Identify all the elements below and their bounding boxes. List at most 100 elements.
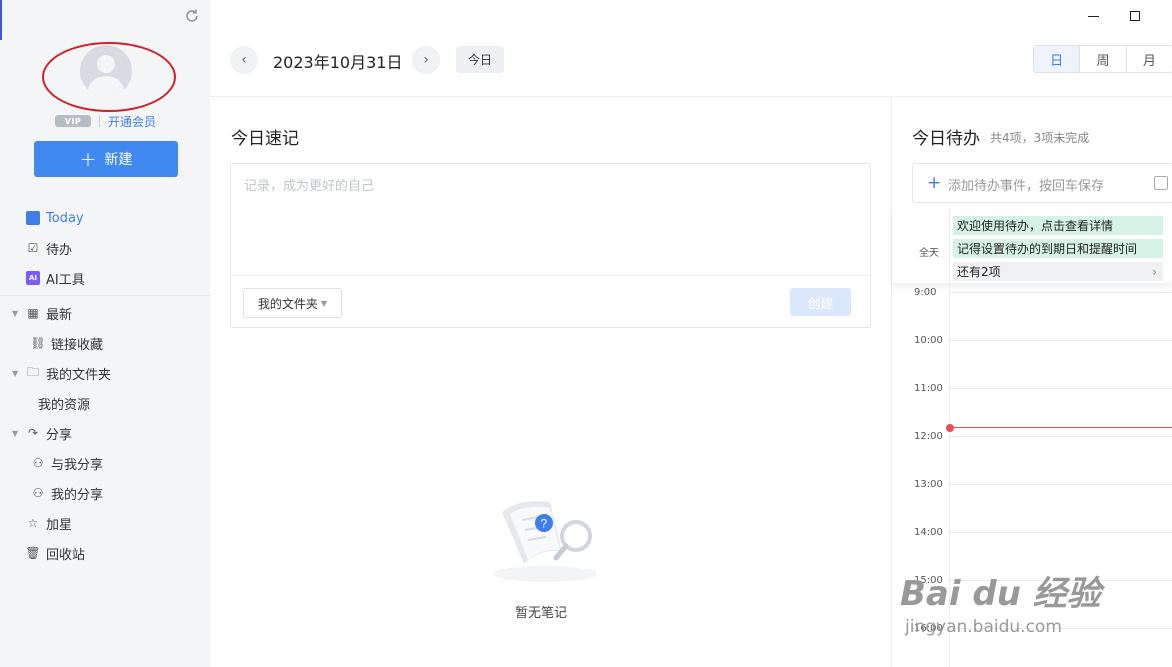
current-time-dot	[946, 424, 954, 432]
sidebar-item-label: 链接收藏	[51, 337, 104, 353]
chevron-right-icon: ›	[1152, 264, 1157, 279]
folder-select-label: 我的文件夹	[257, 296, 318, 311]
panel-divider	[891, 97, 892, 667]
hour-label: 10:00	[914, 335, 943, 346]
new-button-label: 新建	[104, 152, 133, 168]
calendar-icon	[26, 211, 40, 225]
todo-stats: 共4项，3项未完成	[990, 131, 1090, 145]
note-divider	[231, 275, 870, 276]
refresh-icon[interactable]	[184, 8, 200, 24]
app-window: VIP 开通会员 + 新建 Today ☑ 待办 AI AI工具 ▼ ▦ 最新 …	[0, 0, 1172, 667]
todo-event-label: 欢迎使用待办，点击查看详情	[957, 219, 1114, 233]
hour-label: 12:00	[914, 431, 943, 442]
view-month-tab[interactable]: 月	[1127, 46, 1172, 72]
sidebar-item-label: 加星	[46, 517, 73, 533]
folder-select[interactable]: 我的文件夹 ▼	[243, 288, 342, 318]
vip-badge: VIP	[55, 115, 91, 127]
hour-line	[949, 292, 1172, 293]
sidebar-item-label: 最新	[46, 307, 73, 323]
link-icon: ⛓	[30, 336, 46, 350]
sidebar-item-label: 我的分享	[51, 487, 104, 503]
star-icon: ☆	[27, 516, 39, 530]
sidebar-item-trash[interactable]: 🗑 回收站	[0, 538, 210, 568]
trash-icon: 🗑	[25, 546, 41, 560]
empty-notes-text: 暂无笔记	[515, 606, 568, 621]
add-todo-input[interactable]: + 添加待办事件，按回车保存	[912, 163, 1172, 203]
sidebar-item-starred[interactable]: ☆ 加星	[0, 508, 210, 538]
ai-icon: AI	[26, 271, 40, 285]
notes-title: 今日速记	[231, 129, 299, 149]
sidebar-item-label: 与我分享	[51, 457, 104, 473]
caret-down-icon: ▼	[320, 298, 328, 308]
maximize-icon[interactable]	[1130, 11, 1140, 21]
hour-line	[949, 388, 1172, 389]
sidebar-item-share[interactable]: ▼ ↷ 分享	[0, 418, 210, 448]
watermark-url: jingyan.baidu.com	[905, 617, 1062, 637]
sidebar-item-label: Today	[46, 210, 84, 226]
caret-down-icon[interactable]: ▼	[12, 369, 18, 378]
caret-down-icon[interactable]: ▼	[12, 429, 18, 438]
hour-label: 14:00	[914, 527, 943, 538]
hour-line	[949, 340, 1172, 341]
note-input[interactable]: 记录，成为更好的自己	[244, 175, 374, 194]
checkbox-icon: ☑	[27, 241, 39, 255]
hour-line	[949, 436, 1172, 437]
calendar-icon[interactable]	[1154, 176, 1168, 190]
todo-event-label: 记得设置待办的到期日和提醒时间	[957, 242, 1138, 256]
create-button[interactable]: 创建	[790, 288, 851, 316]
sidebar-item-label: 我的资源	[38, 397, 91, 413]
sidebar-item-label: 分享	[46, 427, 73, 443]
hour-label: 13:00	[914, 479, 943, 490]
chevron-right-icon: ›	[423, 52, 429, 68]
sidebar-item-label: 待办	[46, 242, 73, 258]
sidebar-item-my-folder[interactable]: ▼ 🗀 我的文件夹	[0, 358, 210, 388]
sidebar-item-todo[interactable]: ☑ 待办	[0, 233, 210, 263]
add-todo-placeholder: 添加待办事件，按回车保存	[948, 179, 1105, 194]
plus-icon: +	[927, 173, 942, 193]
note-editor: 记录，成为更好的自己 我的文件夹 ▼ 创建	[230, 163, 871, 328]
annotation-circle	[42, 42, 176, 112]
todo-title: 今日待办	[912, 129, 980, 149]
svg-text:?: ?	[541, 517, 548, 531]
view-switch: 日 周 月	[1033, 45, 1172, 73]
plus-icon: +	[79, 147, 97, 171]
new-button[interactable]: + 新建	[34, 141, 178, 177]
minimize-icon[interactable]	[1088, 16, 1099, 17]
sidebar-item-link-favorites[interactable]: ⛓ 链接收藏	[0, 328, 210, 358]
watermark-brand: Bai du 经验	[900, 574, 1101, 614]
sidebar-item-my-resources[interactable]: 我的资源	[0, 388, 210, 418]
grid-icon: ▦	[27, 306, 39, 320]
sidebar-item-my-shares[interactable]: ⚇ 我的分享	[0, 478, 210, 508]
view-day-tab[interactable]: 日	[1034, 46, 1081, 72]
current-date: 2023年10月31日	[273, 53, 403, 72]
hour-label: 11:00	[914, 383, 943, 394]
todo-event[interactable]: 欢迎使用待办，点击查看详情	[953, 216, 1163, 235]
user-share-icon: ⚇	[32, 486, 44, 500]
current-time-line	[950, 427, 1172, 428]
prev-day-button[interactable]: ‹	[230, 46, 258, 74]
sidebar-item-label: AI工具	[46, 272, 85, 288]
next-day-button[interactable]: ›	[412, 46, 440, 74]
sidebar-item-label: 回收站	[46, 547, 86, 563]
open-membership-link[interactable]: 开通会员	[108, 113, 156, 130]
sidebar-item-ai-tools[interactable]: AI AI工具	[0, 263, 210, 293]
user-share-icon: ⚇	[32, 456, 44, 470]
hour-label: 9:00	[914, 287, 937, 298]
sidebar-item-label: 我的文件夹	[46, 367, 112, 383]
today-button[interactable]: 今日	[456, 46, 504, 73]
caret-down-icon[interactable]: ▼	[12, 309, 18, 318]
hour-line	[949, 484, 1172, 485]
todo-event[interactable]: 记得设置待办的到期日和提醒时间	[953, 239, 1163, 258]
window-edge	[0, 0, 2, 40]
sidebar: VIP 开通会员 + 新建 Today ☑ 待办 AI AI工具 ▼ ▦ 最新 …	[0, 0, 210, 667]
share-icon: ↷	[27, 426, 39, 440]
sidebar-nav: Today ☑ 待办 AI AI工具 ▼ ▦ 最新 ⛓ 链接收藏 ▼ 🗀 我的文…	[0, 203, 210, 568]
sidebar-item-today[interactable]: Today	[0, 203, 210, 233]
sidebar-item-latest[interactable]: ▼ ▦ 最新	[0, 298, 210, 328]
sidebar-item-shared-with-me[interactable]: ⚇ 与我分享	[0, 448, 210, 478]
view-week-tab[interactable]: 周	[1080, 46, 1127, 72]
more-events-button[interactable]: 还有2项 ›	[953, 262, 1163, 281]
more-events-label: 还有2项	[957, 265, 1001, 279]
vip-row: VIP 开通会员	[55, 113, 156, 129]
empty-notes-illustration: ?	[493, 501, 597, 582]
